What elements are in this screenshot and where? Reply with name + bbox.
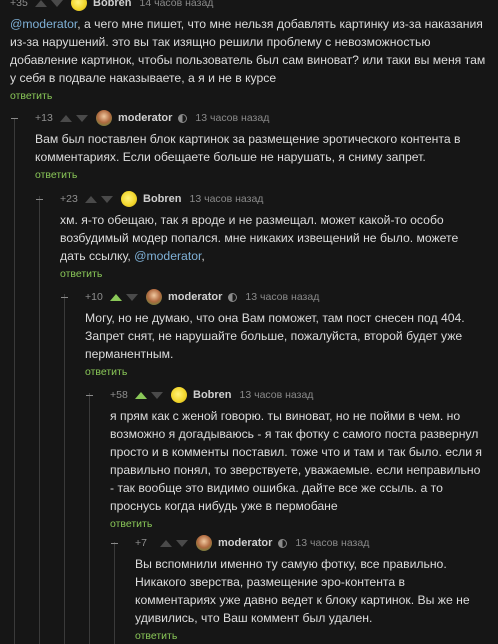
- comment-body-tail: ,: [201, 249, 205, 263]
- comment-rating: +10: [85, 291, 103, 303]
- upvote-icon[interactable]: [60, 114, 72, 122]
- upvote-icon[interactable]: [135, 391, 147, 399]
- avatar[interactable]: [121, 191, 137, 207]
- user-mention-link[interactable]: @moderator: [10, 17, 77, 31]
- comment: +58 Bobren 13 часов назад я прям как с ж…: [110, 387, 485, 530]
- reply-link[interactable]: ответить: [85, 366, 480, 378]
- upvote-icon[interactable]: [110, 293, 122, 301]
- comment: +23 Bobren 13 часов назад хм. я-то обеща…: [60, 191, 480, 280]
- comment-text: хм. я-то обещаю, так я вроде и не размещ…: [60, 211, 480, 265]
- comment-body: я прям как с женой говорю. ты виноват, н…: [110, 409, 483, 513]
- timestamp[interactable]: 13 часов назад: [295, 537, 369, 549]
- comment-body: хм. я-то обещаю, так я вроде и не размещ…: [60, 213, 459, 263]
- comment-body: , а чего мне пишет, что мне нельзя добав…: [10, 17, 486, 85]
- comment-rating: +35: [10, 0, 28, 9]
- timestamp[interactable]: 13 часов назад: [190, 193, 264, 205]
- comment-text: @moderator, а чего мне пишет, что мне не…: [10, 15, 490, 87]
- collapse-toggle[interactable]: [61, 297, 68, 298]
- avatar[interactable]: [196, 535, 212, 551]
- comment-header: +13 moderator 13 часов назад: [35, 110, 480, 126]
- username[interactable]: Bobren: [93, 0, 132, 9]
- moderator-badge-icon: [228, 292, 238, 302]
- comment-rating: +7: [135, 537, 147, 549]
- downvote-icon[interactable]: [151, 391, 163, 399]
- timestamp[interactable]: 13 часов назад: [195, 112, 269, 124]
- upvote-icon[interactable]: [35, 0, 47, 7]
- username[interactable]: Bobren: [193, 389, 232, 401]
- collapse-toggle[interactable]: [111, 543, 118, 544]
- thread-line: [14, 118, 15, 644]
- reply-link[interactable]: ответить: [35, 169, 480, 181]
- reply-link[interactable]: ответить: [60, 268, 480, 280]
- collapse-toggle[interactable]: [11, 118, 18, 119]
- reply-link[interactable]: ответить: [110, 518, 485, 530]
- timestamp[interactable]: 14 часов назад: [140, 0, 214, 9]
- comment-header: +7 moderator 13 часов назад: [135, 535, 480, 551]
- thread-line: [114, 542, 115, 644]
- comment-header: +10 moderator 13 часов назад: [85, 289, 480, 305]
- moderator-badge-icon: [278, 538, 288, 548]
- moderator-badge-icon: [178, 113, 188, 123]
- thread-line: [89, 393, 90, 644]
- comment: +10 moderator 13 часов назад Могу, но не…: [85, 289, 480, 378]
- downvote-icon[interactable]: [176, 539, 188, 547]
- collapse-toggle[interactable]: [36, 199, 43, 200]
- timestamp[interactable]: 13 часов назад: [240, 389, 314, 401]
- avatar[interactable]: [146, 289, 162, 305]
- timestamp[interactable]: 13 часов назад: [245, 291, 319, 303]
- user-mention-link[interactable]: @moderator: [134, 249, 201, 263]
- username[interactable]: moderator: [218, 537, 272, 549]
- comment-body: Вам был поставлен блок картинок за разме…: [35, 132, 461, 164]
- comment-body: Вы вспомнили именно ту самую фотку, все …: [135, 557, 470, 625]
- avatar[interactable]: [171, 387, 187, 403]
- collapse-toggle[interactable]: [86, 395, 93, 396]
- thread-line: [39, 196, 40, 644]
- upvote-icon[interactable]: [85, 195, 97, 203]
- downvote-icon[interactable]: [126, 293, 138, 301]
- comment: +13 moderator 13 часов назад Вам был пос…: [35, 110, 480, 181]
- comment-rating: +23: [60, 193, 78, 205]
- upvote-icon[interactable]: [160, 539, 172, 547]
- username[interactable]: Bobren: [143, 193, 182, 205]
- avatar[interactable]: [96, 110, 112, 126]
- downvote-icon[interactable]: [101, 195, 113, 203]
- downvote-icon[interactable]: [51, 0, 63, 7]
- reply-link[interactable]: ответить: [10, 90, 490, 102]
- avatar[interactable]: [71, 0, 87, 11]
- comment: +7 moderator 13 часов назад Вы вспомнили…: [135, 535, 480, 642]
- username[interactable]: moderator: [118, 112, 172, 124]
- comment-header: +58 Bobren 13 часов назад: [110, 387, 485, 403]
- comment-rating: +13: [35, 112, 53, 124]
- thread-line: [64, 294, 65, 644]
- username[interactable]: moderator: [168, 291, 222, 303]
- comment-header: +23 Bobren 13 часов назад: [60, 191, 480, 207]
- comment-body: Могу, но не думаю, что она Вам поможет, …: [85, 311, 465, 361]
- comment-header: +35 Bobren 14 часов назад: [10, 0, 490, 11]
- downvote-icon[interactable]: [76, 114, 88, 122]
- reply-link[interactable]: ответить: [135, 630, 480, 642]
- comment-rating: +58: [110, 389, 128, 401]
- comment: +35 Bobren 14 часов назад @moderator, а …: [10, 0, 490, 102]
